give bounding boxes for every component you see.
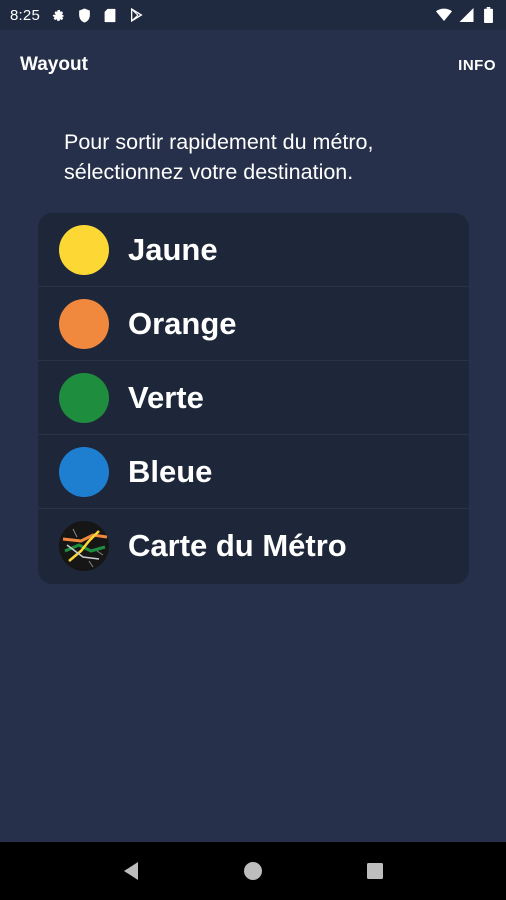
app-title: Wayout (20, 54, 88, 75)
green-line-dot-icon (59, 372, 109, 423)
navigation-bar (0, 842, 506, 900)
sd-card-icon (102, 7, 118, 23)
destination-item-carte[interactable]: Carte du Métro (38, 509, 469, 583)
destination-list: Jaune Orange Verte Bleue Carte du Métro (38, 213, 469, 584)
gear-icon (50, 7, 66, 23)
destination-label: Orange (128, 305, 237, 341)
recents-icon[interactable] (360, 856, 390, 886)
back-icon[interactable] (116, 856, 146, 886)
signal-icon (458, 7, 474, 23)
home-icon[interactable] (238, 856, 268, 886)
shield-icon (76, 7, 92, 23)
metro-map-icon (59, 521, 109, 571)
intro-text: Pour sortir rapidement du métro, sélecti… (64, 127, 464, 187)
destination-item-orange[interactable]: Orange (38, 287, 469, 361)
destination-item-verte[interactable]: Verte (38, 361, 469, 435)
info-button[interactable]: INFO (458, 57, 496, 74)
destination-label: Verte (128, 379, 204, 415)
intro-line-1: Pour sortir rapidement du métro, (64, 130, 374, 154)
app-screen: 8:25 Wayout INFO Pour sortir rapidement … (0, 0, 506, 900)
destination-item-jaune[interactable]: Jaune (38, 213, 469, 287)
yellow-line-dot-icon (59, 224, 109, 275)
wifi-icon (436, 7, 452, 23)
blue-line-dot-icon (59, 446, 109, 497)
destination-label: Carte du Métro (128, 528, 347, 563)
battery-icon (480, 7, 496, 23)
status-time: 8:25 (10, 6, 40, 24)
orange-line-dot-icon (59, 298, 109, 349)
play-store-icon (128, 7, 144, 23)
intro-line-2: sélectionnez votre destination. (64, 160, 354, 184)
destination-label: Bleue (128, 453, 213, 489)
status-left: 8:25 (10, 7, 144, 24)
destination-item-bleue[interactable]: Bleue (38, 435, 469, 509)
app-bar: Wayout INFO (0, 30, 506, 100)
status-bar: 8:25 (0, 0, 506, 30)
status-right (436, 7, 496, 23)
destination-label: Jaune (128, 231, 218, 267)
